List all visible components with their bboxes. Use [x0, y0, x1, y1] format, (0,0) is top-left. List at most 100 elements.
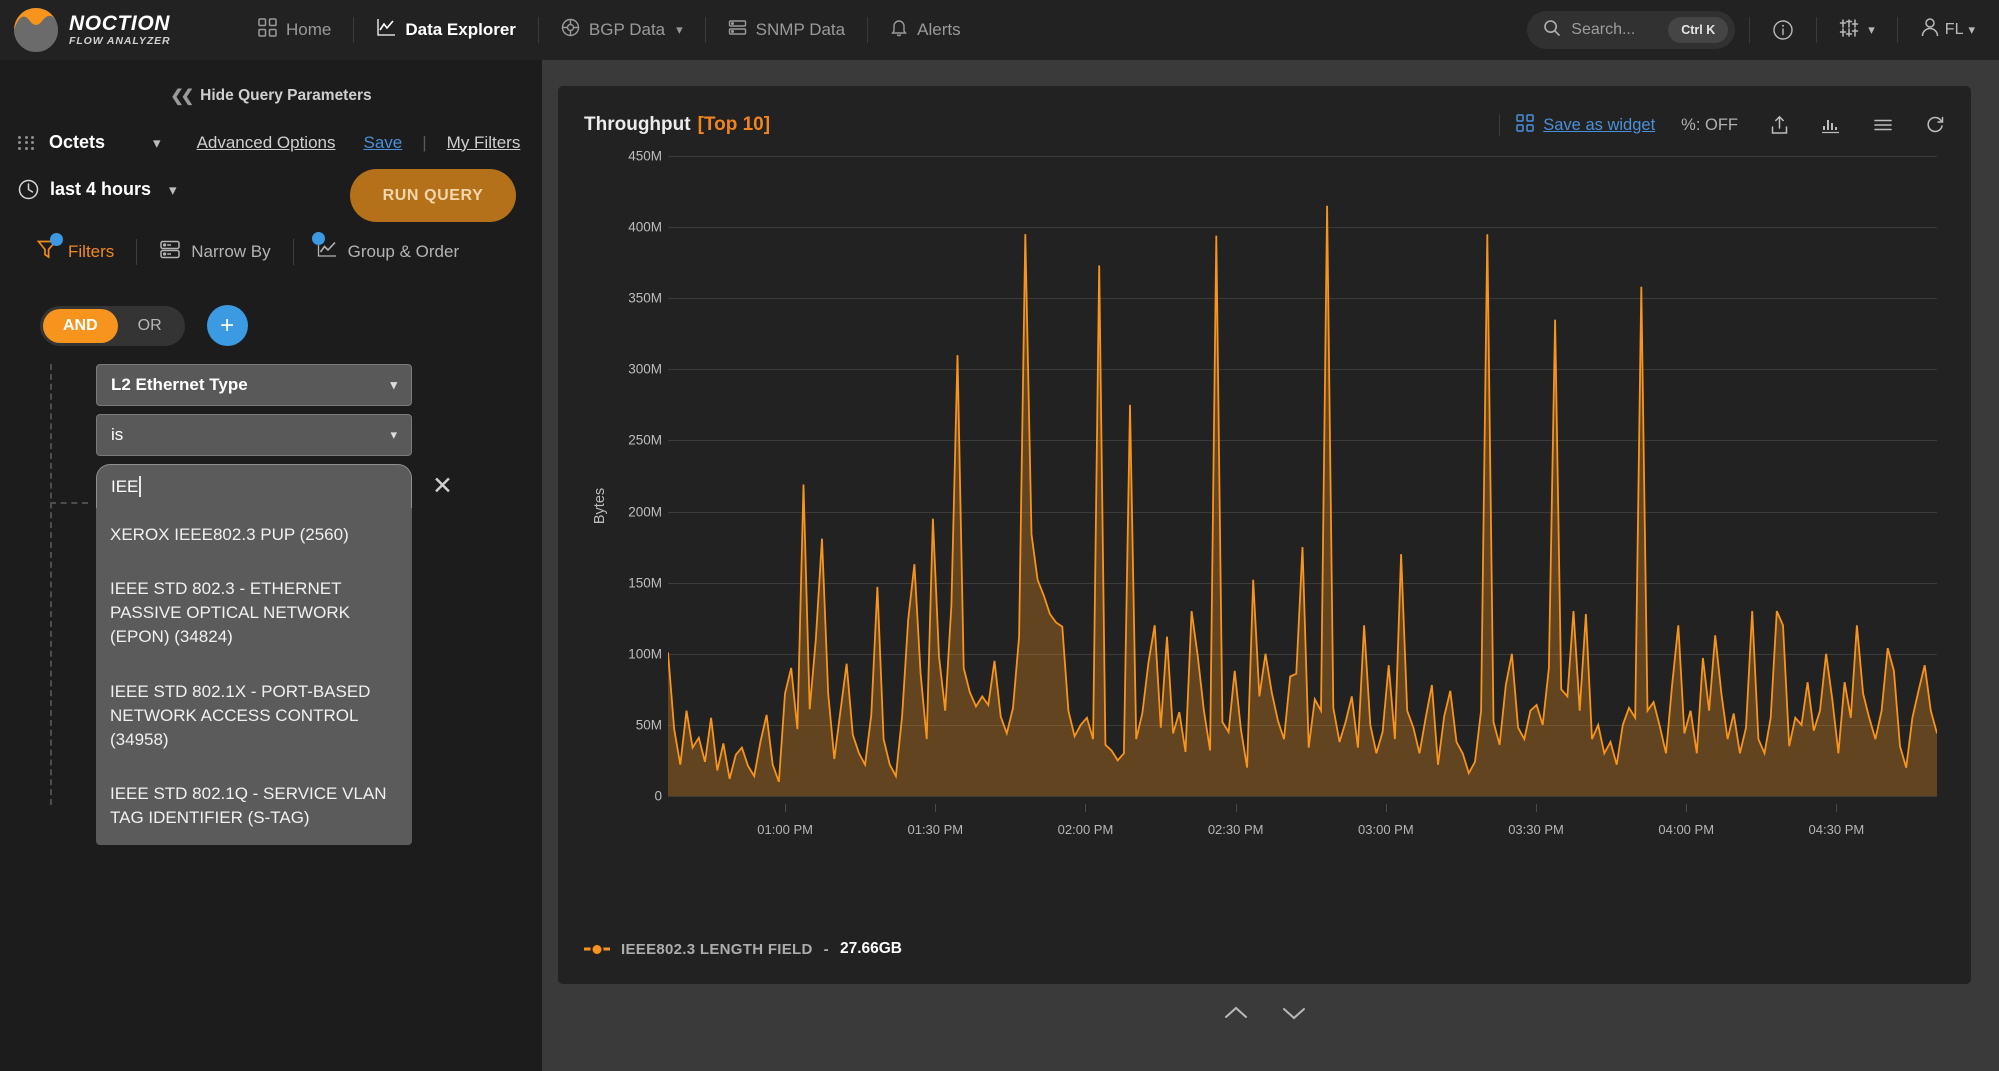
suggestion-item[interactable]: IEEE STD 802.1Q - SERVICE VLAN TAG IDENT… [96, 767, 412, 845]
nav-item-home[interactable]: Home [236, 0, 353, 60]
user-initials: FL [1944, 21, 1964, 38]
run-query-button[interactable]: RUN QUERY [350, 169, 516, 222]
time-range-row: last 4 hours ▾ RUN QUERY [0, 153, 542, 222]
y-axis-tick-label: 0 [654, 788, 662, 804]
chart-toolbar: Save as widget %: OFF [1499, 113, 1945, 137]
add-filter-button[interactable]: + [206, 305, 248, 346]
y-axis-tick-label: 300M [628, 361, 662, 377]
suggestion-item[interactable]: IEEE STD 802.3 - ETHERNET PASSIVE OPTICA… [96, 562, 412, 664]
nav-item-label: Home [286, 20, 332, 39]
filters-badge-dot [50, 233, 63, 246]
legend-dash: - [823, 940, 829, 958]
advanced-options-link[interactable]: Advanced Options [197, 133, 336, 153]
refresh-icon[interactable] [1925, 115, 1945, 135]
nav-item-label: SNMP Data [755, 20, 846, 39]
save-as-widget-button[interactable]: Save as widget [1516, 113, 1655, 137]
globe-icon [561, 18, 580, 42]
suggestion-item[interactable]: XEROX IEEE802.3 PUP (2560) [96, 508, 412, 562]
user-icon [1920, 17, 1940, 43]
tab-label: Group & Order [347, 241, 460, 261]
chart-card-header: Throughput [Top 10] Save as widget %: OF… [584, 108, 1945, 142]
x-axis-tick-label: 03:30 PM [1508, 822, 1564, 837]
bell-icon [890, 18, 908, 42]
chart-title-badge: [Top 10] [697, 114, 771, 135]
export-icon[interactable] [1770, 115, 1789, 135]
hide-query-parameters-button[interactable]: ❮❮ Hide Query Parameters [0, 60, 542, 106]
toolbar-divider [1499, 114, 1501, 136]
filter-field-select[interactable]: L2 Ethernet Type ▾ [96, 364, 412, 406]
x-axis-tick-mark [1235, 804, 1237, 812]
drag-grip-icon[interactable] [18, 135, 35, 150]
filter-value-text: IEE [111, 476, 139, 496]
x-axis-tick-label: 01:00 PM [757, 822, 813, 837]
percent-toggle[interactable]: %: OFF [1681, 116, 1738, 135]
chevron-down-icon[interactable]: ▾ [169, 181, 177, 199]
filter-operator-select[interactable]: is ▾ [96, 414, 412, 456]
nav-item-snmp-data[interactable]: SNMP Data [706, 0, 867, 60]
bar-chart-icon[interactable] [1821, 116, 1841, 135]
user-menu-button[interactable]: FL ▾ [1912, 17, 1983, 43]
x-axis-tick-label: 03:00 PM [1358, 822, 1414, 837]
nav-item-bgp-data[interactable]: BGP Data ▾ [539, 0, 705, 60]
tab-group-and-order[interactable]: Group & Order [311, 232, 460, 265]
time-range-value[interactable]: last 4 hours [50, 179, 151, 200]
info-circle-icon[interactable] [1764, 19, 1802, 41]
y-axis-tick-label: 100M [628, 646, 662, 662]
search-input[interactable]: Search... Ctrl K [1527, 11, 1736, 49]
nav-item-label: Data Explorer [405, 20, 516, 39]
legend-marker [584, 942, 610, 956]
settings-menu-button[interactable]: ▾ [1831, 17, 1883, 44]
x-axis-tick-mark [935, 804, 937, 812]
chevron-down-icon[interactable]: ▾ [153, 134, 161, 152]
query-parameters-sidebar: ❮❮ Hide Query Parameters Octets ▾ Advanc… [0, 60, 542, 1071]
main-content-area: Throughput [Top 10] Save as widget %: OF… [542, 60, 1999, 1071]
noction-wave-logo [14, 8, 58, 52]
nav-right-tools: Search... Ctrl K ▾ FL ▾ [1527, 0, 1983, 60]
chevron-down-icon: ▾ [1968, 22, 1975, 37]
x-axis-tick-label: 01:30 PM [907, 822, 964, 837]
nav-divider [1816, 17, 1818, 43]
chevron-down-icon: ▾ [390, 377, 397, 392]
legend-series-total: 27.66GB [839, 940, 902, 957]
brand-logo-area[interactable]: NOCTION FLOW ANALYZER [14, 8, 214, 52]
nav-item-data-explorer[interactable]: Data Explorer [354, 0, 538, 60]
chevron-up-icon[interactable] [1223, 1004, 1249, 1022]
hamburger-menu-icon[interactable] [1873, 117, 1893, 133]
nav-item-alerts[interactable]: Alerts [868, 0, 982, 60]
and-or-toggle[interactable]: AND OR [40, 305, 185, 346]
chevron-down-icon: ▾ [1868, 22, 1875, 37]
stacked-rows-icon [159, 238, 181, 265]
x-axis-tick-label: 02:00 PM [1057, 822, 1114, 837]
tab-filters[interactable]: Filters [36, 233, 115, 265]
chevron-down-icon[interactable] [1281, 1004, 1307, 1022]
chart-pager [558, 1004, 1971, 1022]
my-filters-link[interactable]: My Filters [447, 133, 521, 153]
text-caret [139, 476, 142, 497]
y-axis-tick-label: 250M [628, 432, 662, 448]
filter-guide-branch [50, 502, 88, 504]
tab-label: Narrow By [191, 241, 271, 261]
filter-row-group: L2 Ethernet Type ▾ is ▾ IEE ✕ XEROX IEEE… [0, 364, 542, 846]
close-icon[interactable]: ✕ [432, 473, 453, 499]
x-axis-tick-label: 02:30 PM [1207, 822, 1264, 837]
metric-row: Octets ▾ Advanced Options Save | My Filt… [0, 106, 542, 153]
grid-icon [258, 18, 277, 42]
suggestion-item[interactable]: IEEE STD 802.1X - PORT-BASED NETWORK ACC… [96, 665, 412, 767]
tab-label: Filters [68, 241, 115, 261]
and-option[interactable]: AND [43, 308, 118, 343]
search-placeholder: Search... [1571, 21, 1636, 38]
hide-query-parameters-label: Hide Query Parameters [200, 87, 372, 104]
or-option[interactable]: OR [118, 309, 182, 343]
search-icon [1543, 19, 1561, 42]
filter-value-suggestions-dropdown[interactable]: XEROX IEEE802.3 PUP (2560) IEEE STD 802.… [96, 508, 412, 846]
clock-icon [18, 179, 39, 200]
chart-legend[interactable]: IEEE802.3 LENGTH FIELD - 27.66GB [584, 940, 902, 958]
save-link[interactable]: Save [363, 133, 402, 153]
tab-narrow-by[interactable]: Narrow By [159, 238, 271, 265]
chevron-down-icon: ▾ [676, 22, 683, 37]
metric-select-value[interactable]: Octets [49, 132, 105, 153]
main-nav-items: Home Data Explorer BGP Data ▾ SNMP Data … [236, 0, 983, 60]
chart-series-svg [668, 205, 1937, 796]
filter-value-input[interactable]: IEE [96, 464, 412, 508]
x-axis-tick-mark [1385, 804, 1387, 812]
